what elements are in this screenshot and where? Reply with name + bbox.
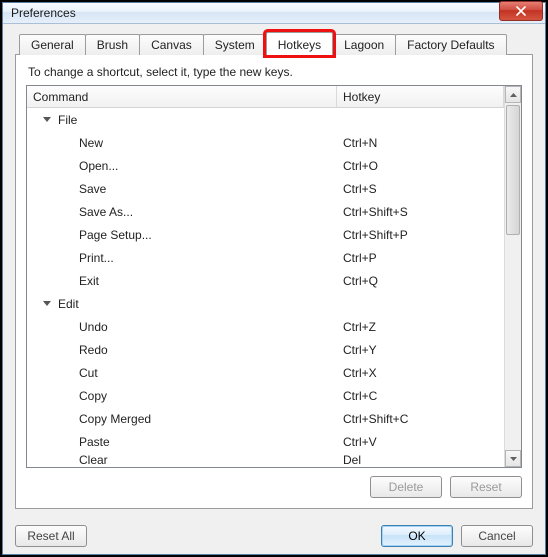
- tab-brush[interactable]: Brush: [85, 34, 140, 55]
- hotkey-label: Ctrl+Shift+P: [337, 228, 504, 242]
- tab-bar: General Brush Canvas System Hotkeys Lago…: [15, 32, 533, 55]
- list-item[interactable]: Exit Ctrl+Q: [27, 269, 504, 292]
- list-item[interactable]: Copy Ctrl+C: [27, 384, 504, 407]
- hotkey-label: Ctrl+V: [337, 435, 504, 449]
- hotkey-label: Ctrl+S: [337, 182, 504, 196]
- tab-general[interactable]: General: [19, 34, 86, 55]
- hotkeys-list: Command Hotkey FileNew Ctrl+N Open... Ctrl+…: [26, 85, 522, 468]
- list-item[interactable]: Clear Del: [27, 453, 504, 467]
- list-item[interactable]: Open... Ctrl+O: [27, 154, 504, 177]
- delete-button[interactable]: Delete: [370, 476, 442, 498]
- command-label: Print...: [79, 251, 114, 265]
- command-label: Clear: [79, 453, 108, 467]
- command-label: Page Setup...: [79, 228, 152, 242]
- cancel-button[interactable]: Cancel: [461, 525, 533, 547]
- col-header-command[interactable]: Command: [27, 86, 337, 107]
- hotkeys-panel: To change a shortcut, select it, type th…: [15, 54, 533, 509]
- hotkey-label: Ctrl+Q: [337, 274, 504, 288]
- hotkey-label: Ctrl+C: [337, 389, 504, 403]
- list-item[interactable]: Print... Ctrl+P: [27, 246, 504, 269]
- command-label: Cut: [79, 366, 98, 380]
- preferences-window: Preferences General Brush Canvas System …: [2, 2, 546, 555]
- tab-factory-defaults[interactable]: Factory Defaults: [395, 34, 506, 55]
- expand-icon[interactable]: [43, 117, 51, 122]
- list-item[interactable]: Save As... Ctrl+Shift+S: [27, 200, 504, 223]
- command-label: File: [58, 113, 77, 127]
- list-group[interactable]: Edit: [27, 292, 504, 315]
- reset-button[interactable]: Reset: [450, 476, 522, 498]
- command-label: Open...: [79, 159, 118, 173]
- list-item[interactable]: Copy Merged Ctrl+Shift+C: [27, 407, 504, 430]
- reset-all-button[interactable]: Reset All: [15, 525, 87, 547]
- list-item[interactable]: Save Ctrl+S: [27, 177, 504, 200]
- dialog-button-bar: Reset All OK Cancel: [3, 519, 545, 555]
- list-item[interactable]: Paste Ctrl+V: [27, 430, 504, 453]
- command-label: Save: [79, 182, 106, 196]
- hotkey-label: Ctrl+P: [337, 251, 504, 265]
- client-area: General Brush Canvas System Hotkeys Lago…: [3, 24, 545, 519]
- scrollbar-vertical[interactable]: [504, 86, 521, 467]
- command-label: Copy: [79, 389, 107, 403]
- command-label: Undo: [79, 320, 108, 334]
- chevron-down-icon: [510, 457, 517, 461]
- list-header: Command Hotkey: [27, 86, 504, 108]
- hotkey-label: Ctrl+Shift+C: [337, 412, 504, 426]
- hotkey-label: Ctrl+X: [337, 366, 504, 380]
- hotkey-label: Ctrl+Z: [337, 320, 504, 334]
- tab-lagoon[interactable]: Lagoon: [332, 34, 396, 55]
- scroll-down-button[interactable]: [505, 450, 521, 467]
- hotkey-label: Ctrl+O: [337, 159, 504, 173]
- close-icon: [516, 6, 526, 16]
- list-item[interactable]: Page Setup... Ctrl+Shift+P: [27, 223, 504, 246]
- panel-buttons: Delete Reset: [26, 476, 522, 498]
- expand-icon[interactable]: [43, 301, 51, 306]
- list-item[interactable]: New Ctrl+N: [27, 131, 504, 154]
- list-item[interactable]: Cut Ctrl+X: [27, 361, 504, 384]
- list-group[interactable]: File: [27, 108, 504, 131]
- scroll-up-button[interactable]: [505, 86, 521, 103]
- hotkey-label: Ctrl+N: [337, 136, 504, 150]
- chevron-up-icon: [510, 93, 517, 97]
- command-label: Copy Merged: [79, 412, 151, 426]
- hotkey-label: Del: [337, 453, 504, 467]
- command-label: Redo: [79, 343, 108, 357]
- tab-system[interactable]: System: [203, 34, 267, 55]
- hotkey-label: Ctrl+Y: [337, 343, 504, 357]
- tab-hotkeys[interactable]: Hotkeys: [266, 32, 333, 55]
- ok-button[interactable]: OK: [381, 525, 453, 547]
- command-label: Paste: [79, 435, 110, 449]
- list-item[interactable]: Undo Ctrl+Z: [27, 315, 504, 338]
- list-item[interactable]: Redo Ctrl+Y: [27, 338, 504, 361]
- command-label: Exit: [79, 274, 99, 288]
- tab-canvas[interactable]: Canvas: [139, 34, 204, 55]
- command-label: New: [79, 136, 103, 150]
- hotkey-label: Ctrl+Shift+S: [337, 205, 504, 219]
- window-title: Preferences: [11, 6, 76, 20]
- command-label: Edit: [58, 297, 79, 311]
- col-header-hotkey[interactable]: Hotkey: [337, 86, 504, 107]
- instruction-text: To change a shortcut, select it, type th…: [28, 65, 520, 79]
- scroll-thumb[interactable]: [506, 105, 520, 235]
- scroll-track[interactable]: [505, 103, 521, 450]
- close-button[interactable]: [499, 1, 543, 21]
- command-label: Save As...: [79, 205, 133, 219]
- titlebar: Preferences: [3, 3, 545, 24]
